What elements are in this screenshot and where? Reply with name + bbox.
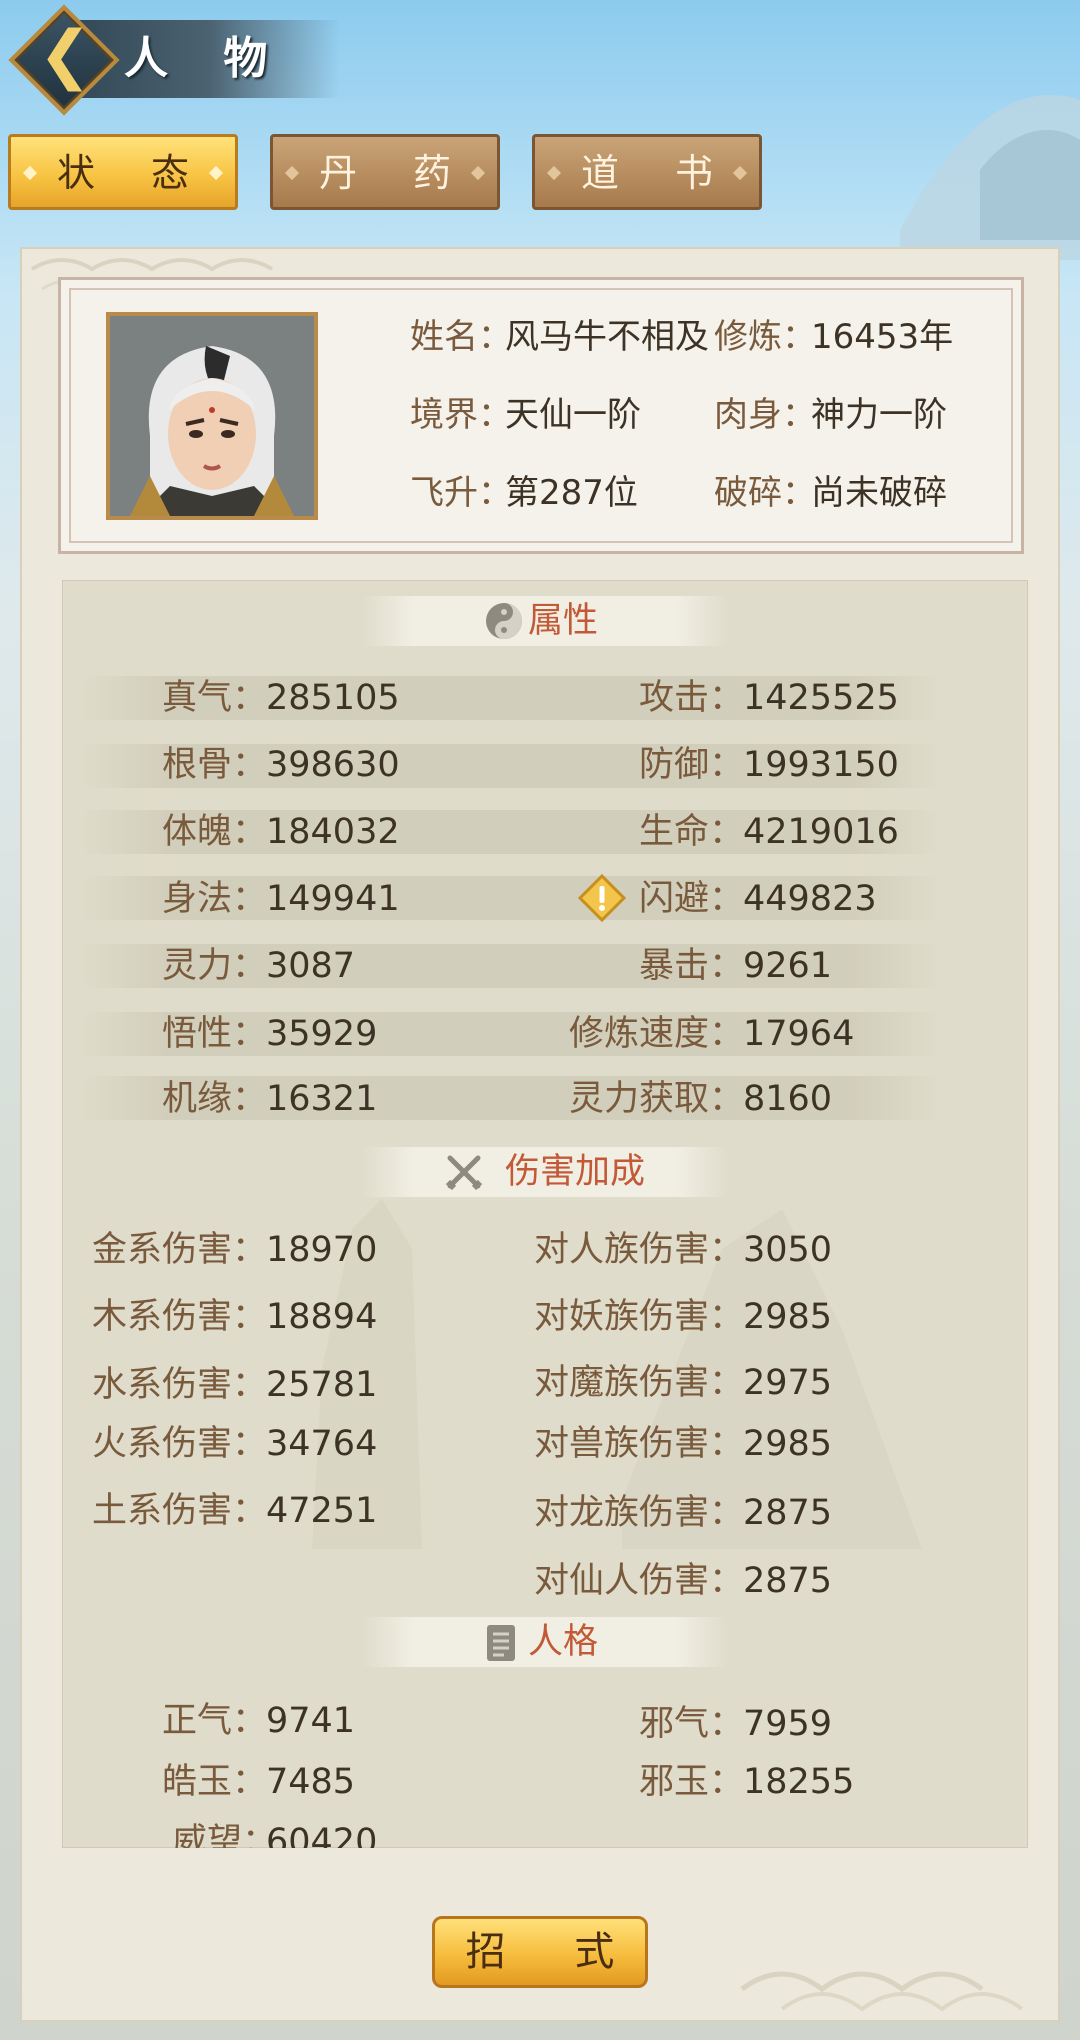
stat-label: 对妖族伤害：: [533, 1297, 744, 1337]
tab-elixir[interactable]: 丹 药: [270, 134, 500, 210]
stat-label: 邪气：: [638, 1704, 744, 1744]
stat-value: 9261: [743, 946, 833, 986]
stat-label: 闪避：: [638, 879, 744, 919]
stat-label: 灵力获取：: [568, 1079, 744, 1119]
damage-title: 伤害加成: [505, 1152, 646, 1192]
tab-ornament-icon: [22, 165, 38, 181]
stat-value: 184032: [266, 812, 400, 852]
stat-value: 34764: [266, 1424, 378, 1464]
stat-label: 攻击：: [638, 678, 744, 718]
stat-value: 3087: [266, 946, 356, 986]
stat-label: 威望：: [171, 1822, 277, 1848]
realm-value: 天仙一阶: [505, 395, 641, 435]
stat-value: 16321: [266, 1079, 378, 1119]
stat-value: 149941: [266, 879, 400, 919]
stat-label: 皓玉：: [161, 1762, 267, 1802]
yin-yang-icon: [486, 603, 522, 639]
tab-elixir-label: 丹 药: [318, 151, 474, 195]
stat-label: 对魔族伤害：: [533, 1363, 744, 1403]
stat-label: 邪玉：: [638, 1762, 744, 1802]
stat-label: 机缘：: [161, 1079, 267, 1119]
stat-label: 暴击：: [638, 946, 744, 986]
scroll-icon: [487, 1625, 515, 1661]
tab-ornament-icon: [470, 165, 486, 181]
tab-daoshu[interactable]: 道 书: [532, 134, 762, 210]
tab-status[interactable]: 状 态: [8, 134, 238, 210]
stat-value: 1425525: [743, 678, 899, 718]
tab-ornament-icon: [284, 165, 300, 181]
tab-daoshu-label: 道 书: [580, 151, 736, 195]
stat-value: 2875: [743, 1493, 833, 1533]
stat-label: 金系伤害：: [91, 1230, 267, 1270]
stat-label: 对人族伤害：: [533, 1230, 744, 1270]
page-title: 人 物: [124, 33, 288, 84]
stat-value: 4219016: [743, 812, 899, 852]
stat-label: 对仙人伤害：: [533, 1561, 744, 1601]
name-value: 风马牛不相及: [505, 317, 709, 357]
stat-value: 2985: [743, 1424, 833, 1464]
skills-button[interactable]: 招 式: [432, 1916, 648, 1988]
stat-label: 灵力：: [161, 946, 267, 986]
stat-label: 悟性：: [161, 1014, 267, 1054]
warning-icon[interactable]: [578, 874, 626, 922]
body-label: 肉身：: [714, 395, 816, 435]
stat-label: 真气：: [161, 678, 267, 718]
stat-value: 35929: [266, 1014, 378, 1054]
tab-ornament-icon: [546, 165, 562, 181]
shatter-label: 破碎：: [714, 473, 816, 513]
tab-ornament-icon: [732, 165, 748, 181]
stat-value: 25781: [266, 1365, 378, 1405]
realm-label: 境界：: [410, 395, 512, 435]
stat-value: 17964: [743, 1014, 855, 1054]
stat-label: 身法：: [161, 879, 267, 919]
name-label: 姓名：: [410, 317, 512, 357]
stat-label: 防御：: [638, 745, 744, 785]
stat-value: 7485: [266, 1762, 356, 1802]
body-value: 神力一阶: [811, 395, 947, 435]
stat-label: 修炼速度：: [568, 1014, 744, 1054]
stat-value: 9741: [266, 1701, 356, 1741]
stat-value: 398630: [266, 745, 400, 785]
shatter-value: 尚未破碎: [811, 473, 947, 513]
tab-ornament-icon: [208, 165, 224, 181]
stat-value: 60420: [266, 1822, 378, 1848]
cultivation-value: 16453年: [811, 317, 954, 357]
stat-label: 体魄：: [161, 812, 267, 852]
stat-value: 2875: [743, 1561, 833, 1601]
stat-value: 7959: [743, 1704, 833, 1744]
stat-value: 449823: [743, 879, 877, 919]
ascension-value: 第287位: [505, 473, 638, 513]
tab-status-label: 状 态: [56, 151, 212, 195]
stat-label: 对龙族伤害：: [533, 1493, 744, 1533]
stat-value: 8160: [743, 1079, 833, 1119]
stat-value: 18970: [266, 1230, 378, 1270]
stat-label: 根骨：: [161, 745, 267, 785]
stat-label: 对兽族伤害：: [533, 1424, 744, 1464]
stat-label: 正气：: [161, 1701, 267, 1741]
stat-value: 3050: [743, 1230, 833, 1270]
stat-label: 土系伤害：: [91, 1491, 267, 1531]
stat-label: 木系伤害：: [91, 1297, 267, 1337]
avatar-portrait-icon: [110, 316, 314, 516]
stat-label: 生命：: [638, 812, 744, 852]
stat-label: 火系伤害：: [91, 1424, 267, 1464]
stat-value: 18255: [743, 1762, 855, 1802]
stat-value: 18894: [266, 1297, 378, 1337]
attributes-title: 属性: [528, 601, 599, 641]
personality-title: 人格: [528, 1622, 599, 1662]
stat-value: 2985: [743, 1297, 833, 1337]
stat-value: 2975: [743, 1363, 833, 1403]
scroll-clip[interactable]: 威望： 60420: [62, 1822, 1028, 1848]
stat-value: 1993150: [743, 745, 899, 785]
back-chevron-icon[interactable]: ❮: [30, 20, 100, 90]
stat-label: 水系伤害：: [91, 1365, 267, 1405]
cultivation-label: 修炼：: [714, 317, 816, 357]
stat-value: 285105: [266, 678, 400, 718]
stat-value: 47251: [266, 1491, 378, 1531]
ascension-label: 飞升：: [410, 473, 512, 513]
avatar[interactable]: [106, 312, 318, 520]
crossed-swords-icon: [445, 1155, 483, 1191]
